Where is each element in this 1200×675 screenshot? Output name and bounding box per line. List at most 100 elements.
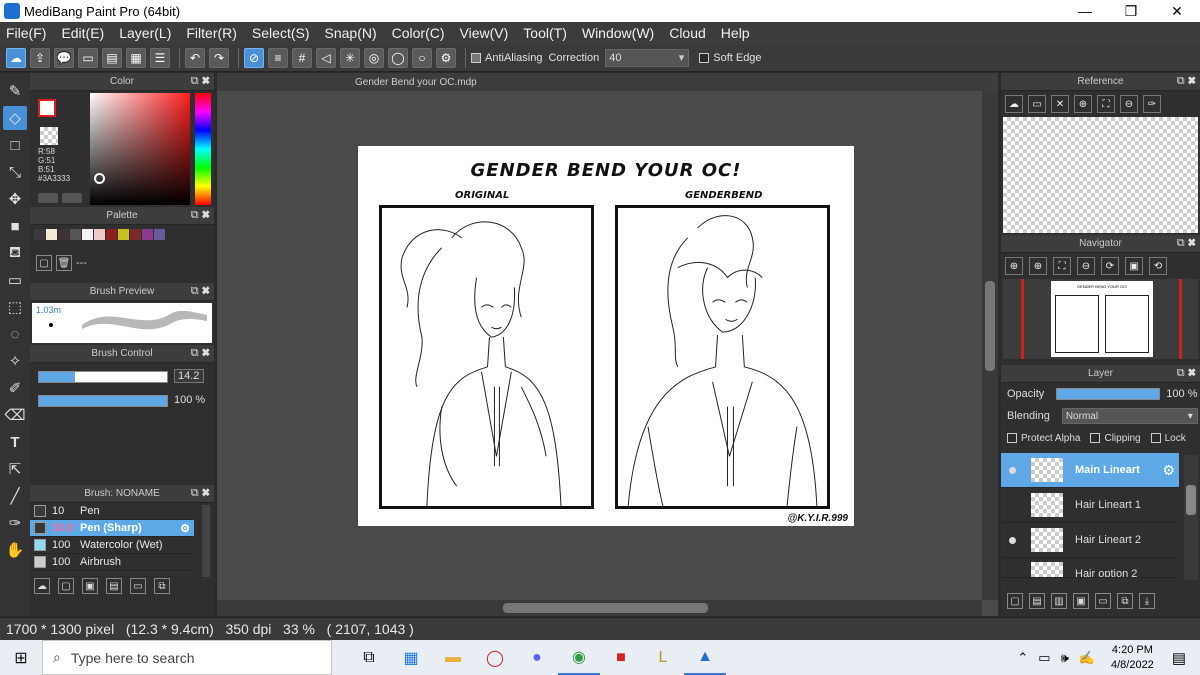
menu-help[interactable]: Help [721,25,750,41]
gear-icon[interactable]: ⚙ [180,522,190,535]
navigator-area[interactable]: GENDER BEND YOUR OC! [1003,279,1198,359]
opera-icon[interactable]: ◯ [474,640,516,675]
palette-swatch[interactable] [94,229,105,240]
folder-icon[interactable]: ▭ [130,578,146,594]
snap-3d-icon[interactable]: ○ [412,47,432,68]
chevron-up-icon[interactable]: ⌃ [1017,650,1028,666]
menu-window[interactable]: Window(W) [582,25,654,41]
chrome-icon[interactable]: ◉ [558,640,600,675]
brush-item-airbrush[interactable]: 100 Airbrush [30,554,194,571]
protect-alpha-checkbox[interactable] [1007,433,1017,443]
zoom-out-icon[interactable]: ⊖ [1077,257,1095,275]
correction-select[interactable]: 40 [605,48,690,67]
rectangle-fill-icon[interactable]: ■ [3,214,27,238]
brush-item-pen[interactable]: 10 Pen [30,503,194,520]
eyedropper-icon[interactable]: ✑ [3,511,27,535]
menu-snap[interactable]: Snap(N) [325,25,377,41]
transparent-color-swatch[interactable] [40,127,58,145]
text-tool-icon[interactable]: T [3,430,27,454]
task-view-icon[interactable]: ⧉ [348,640,390,675]
layer-list-scrollbar[interactable] [1184,455,1198,580]
palette-swatch[interactable] [34,229,45,240]
brush-opacity-slider[interactable] [38,395,168,407]
layers-icon[interactable]: ☰ [150,47,170,68]
restore-button[interactable]: ❐ [1108,0,1154,22]
zoom-out-icon[interactable]: ⊖ [1120,95,1138,113]
layer-item-hair-option-2[interactable]: Hair option 2 [1001,558,1179,578]
menu-cloud[interactable]: Cloud [669,25,706,41]
canvas-page[interactable]: GENDER BEND YOUR OC! ORIGINAL GENDERBEND [358,146,854,526]
select-eraser-icon[interactable]: ⌫ [3,403,27,427]
snap-grid-icon[interactable]: # [292,47,312,68]
minimize-button[interactable]: — [1062,0,1108,22]
discord-icon[interactable]: ● [516,640,558,675]
antialiasing-checkbox[interactable] [471,52,481,63]
protect-alpha-toggle[interactable]: Protect Alpha [1007,433,1080,444]
soft-edge-checkbox[interactable] [699,52,710,63]
document-tab[interactable]: Gender Bend your OC.mdp [217,73,998,91]
brush-size-slider[interactable] [38,371,168,383]
file-explorer-icon[interactable]: ▬ [432,640,474,675]
league-icon[interactable]: L [642,640,684,675]
reference-area[interactable] [1003,117,1198,233]
select-pen-icon[interactable]: ✐ [3,376,27,400]
actual-size-icon[interactable]: ▣ [1125,257,1143,275]
brush-item-watercolor[interactable]: 100 Watercolor (Wet) [30,537,194,554]
add-brush-icon[interactable]: ▣ [82,578,98,594]
windows-start-icon[interactable]: ⊞ [0,640,42,675]
lock-toggle[interactable]: Lock [1150,433,1186,444]
snap-curve-icon[interactable]: ◯ [388,47,408,68]
palette-swatch[interactable] [118,229,129,240]
cross-move-icon[interactable]: ✥ [3,187,27,211]
move-tool-icon[interactable]: ⤡ [3,160,27,184]
operation-tool-icon[interactable]: ⇱ [3,457,27,481]
panel-buttons[interactable]: ⧉ ✖ [191,347,210,360]
layer-item-hair-lineart-1[interactable]: Hair Lineart 1 [1001,488,1179,523]
new-brush-icon[interactable]: ▢ [58,578,74,594]
duplicate-icon[interactable]: ⧉ [154,578,170,594]
share-icon[interactable]: ⇪ [30,47,50,68]
hue-slider[interactable] [195,93,211,205]
menu-filter[interactable]: Filter(R) [186,25,237,41]
duplicate-icon[interactable]: ⧉ [1117,593,1133,609]
snap-circle-icon[interactable]: ◎ [364,47,384,68]
palette-swatch[interactable] [154,229,165,240]
canvas-area[interactable]: Gender Bend your OC.mdp GENDER BEND YOUR… [217,73,998,616]
palette-swatch[interactable] [46,229,57,240]
layer-item-hair-lineart-2[interactable]: Hair Lineart 2 [1001,523,1179,558]
comment-icon[interactable]: 💬 [54,47,74,68]
medibang-icon[interactable]: ▲ [684,640,726,675]
rotate-icon[interactable]: ⟳ [1101,257,1119,275]
zoom-icon[interactable]: ⊕ [1005,257,1023,275]
folder-icon[interactable]: ▭ [1028,95,1046,113]
palette-swatch[interactable] [130,229,141,240]
layer-item-main-lineart[interactable]: Main Lineart ⚙ [1001,453,1179,488]
brush-settings-icon[interactable]: ▤ [106,578,122,594]
menu-layer[interactable]: Layer(L) [119,25,171,41]
pages-icon[interactable]: ▦ [126,47,146,68]
select-tool-icon[interactable]: ⬚ [3,295,27,319]
color-picker-cursor[interactable] [94,173,105,184]
menu-edit[interactable]: Edit(E) [61,25,104,41]
visibility-icon[interactable] [1001,466,1023,474]
snap-parallel-icon[interactable]: ≡ [268,47,288,68]
scroll-thumb[interactable] [1186,485,1196,515]
menu-file[interactable]: File(F) [6,25,46,41]
network-icon[interactable]: ▭ [1038,650,1050,666]
pen-icon[interactable]: ✍ [1079,650,1095,666]
snap-perspective-icon[interactable]: ◁ [316,47,336,68]
palette-swatch[interactable] [58,229,69,240]
merge-down-icon[interactable]: ⤓ [1139,593,1155,609]
notification-icon[interactable]: ▤ [1172,649,1186,667]
panel-buttons[interactable]: ⧉ ✖ [191,75,210,88]
clipping-toggle[interactable]: Clipping [1090,433,1141,444]
brush-size-value[interactable]: 14.2 [174,369,204,383]
garena-icon[interactable]: ■ [600,640,642,675]
lasso-tool-icon[interactable]: ◌ [3,322,27,346]
add-layer-menu-icon[interactable]: ▣ [1073,593,1089,609]
reset-icon[interactable]: ⟲ [1149,257,1167,275]
cloud-brush-icon[interactable]: ☁ [34,578,50,594]
palette-swatch[interactable] [106,229,117,240]
new-halftone-layer-icon[interactable]: ▤ [1029,593,1045,609]
gradient-tool-icon[interactable]: ▭ [3,268,27,292]
